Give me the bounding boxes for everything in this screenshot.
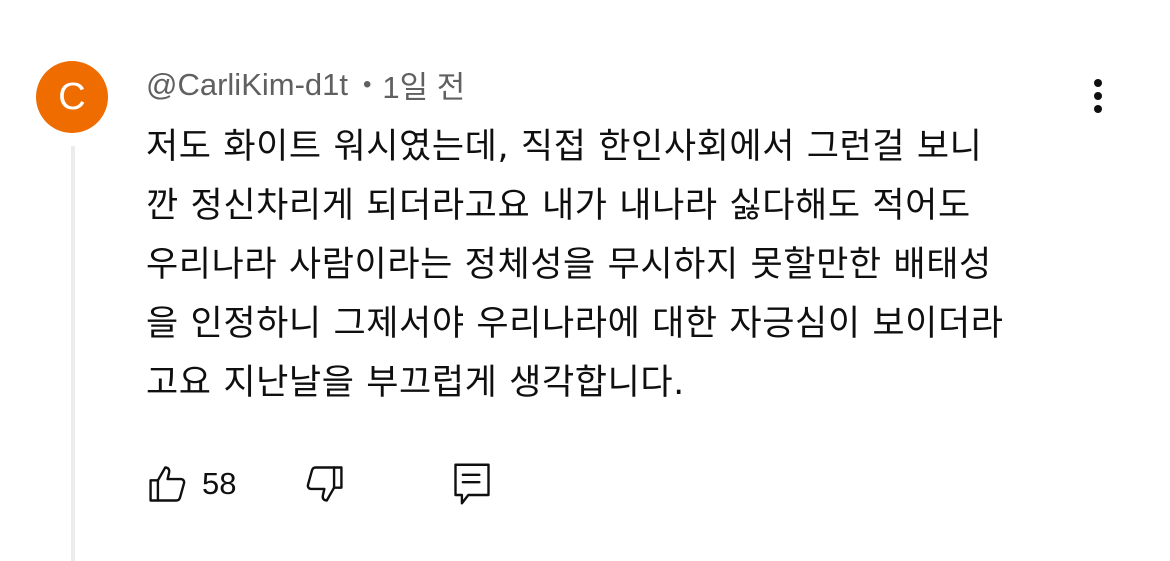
comment-line: 고요 지난날을 부끄럽게 생각합니다. <box>146 363 685 403</box>
comment-text: 저도 화이트 워시였는데, 직접 한인사회에서 그런걸 보니 깐 정신차리게 되… <box>146 118 1106 413</box>
comment-timestamp[interactable]: 1일 전 <box>382 62 465 107</box>
thumbs-down-icon <box>307 466 344 502</box>
more-vertical-icon <box>1094 79 1102 113</box>
author-name[interactable]: @CarliKim-d1t <box>146 67 348 103</box>
dislike-button[interactable] <box>302 462 346 506</box>
comment-line: 저도 화이트 워시였는데, 직접 한인사회에서 그런걸 보니 <box>146 127 983 167</box>
comment-line: 우리나라 사람이라는 정체성을 무시하지 못할만한 배태성 <box>146 245 992 285</box>
comment-header: @CarliKim-d1t • 1일 전 <box>146 62 465 107</box>
comment-line: 깐 정신차리게 되더라고요 내가 내나라 싫다해도 적어도 <box>146 186 971 226</box>
comment-line: 을 인정하니 그제서야 우리나라에 대한 자긍심이 보이더라 <box>146 304 1004 344</box>
avatar[interactable]: C <box>36 61 108 133</box>
thread-line <box>71 146 75 561</box>
comment-actions: 58 <box>146 458 494 510</box>
reply-icon <box>454 463 491 505</box>
more-actions-button[interactable] <box>1082 76 1114 116</box>
avatar-letter: C <box>58 75 86 118</box>
separator-dot: • <box>363 70 372 98</box>
reply-button[interactable] <box>450 460 494 508</box>
thumbs-up-icon <box>149 466 186 502</box>
like-count: 58 <box>202 466 237 501</box>
like-button[interactable]: 58 <box>146 462 236 506</box>
